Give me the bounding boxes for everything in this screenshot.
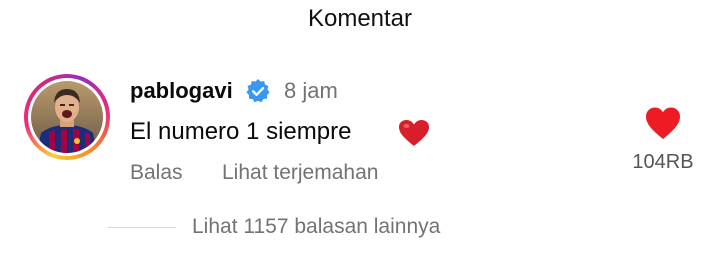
red-heart-icon: [399, 120, 429, 146]
view-more-replies-button[interactable]: Lihat 1157 balasan lainnya: [192, 213, 440, 241]
page-title: Komentar: [307, 5, 413, 32]
comment-text: El numero 1 siempre: [130, 118, 352, 145]
like-count: 104RB: [632, 151, 694, 173]
avatar-frame: [28, 78, 106, 156]
avatar-image: [31, 81, 103, 153]
avatar[interactable]: [31, 81, 103, 153]
avatar-story-ring[interactable]: [24, 74, 110, 160]
comment-username[interactable]: pablogavi: [130, 77, 233, 105]
replies-divider: [108, 227, 176, 228]
like-heart-icon[interactable]: [645, 106, 681, 140]
see-translation-button[interactable]: Lihat terjemahan: [222, 159, 378, 187]
reply-button[interactable]: Balas: [130, 159, 183, 187]
comment-timestamp: 8 jam: [284, 78, 338, 103]
verified-badge-icon: [246, 79, 270, 103]
